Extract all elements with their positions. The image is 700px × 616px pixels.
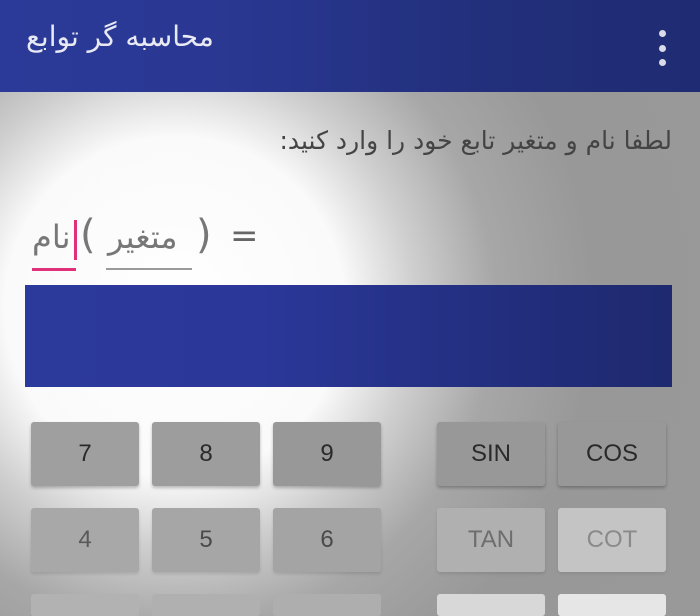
key-tan[interactable]: TAN xyxy=(437,508,545,572)
app-bar: محاسبه گر توابع xyxy=(0,0,700,92)
key-cot[interactable]: COT xyxy=(558,508,666,572)
close-paren: ) xyxy=(196,212,212,258)
function-name-input[interactable]: نام xyxy=(30,212,77,272)
name-field-underline xyxy=(32,268,76,271)
key-row3-1[interactable] xyxy=(31,594,139,616)
key-row3-3[interactable] xyxy=(273,594,381,616)
function-variable-input[interactable]: متغیر xyxy=(106,212,192,272)
result-display xyxy=(25,285,672,387)
text-cursor xyxy=(74,220,77,260)
key-sin[interactable]: SIN xyxy=(437,422,545,486)
variable-field-underline xyxy=(106,268,192,270)
open-paren: ( xyxy=(80,212,96,258)
equals-sign: = xyxy=(230,216,259,256)
app-title: محاسبه گر توابع xyxy=(26,20,214,53)
key-7[interactable]: 7 xyxy=(31,422,139,486)
key-4[interactable]: 4 xyxy=(31,508,139,572)
key-5[interactable]: 5 xyxy=(152,508,260,572)
key-6[interactable]: 6 xyxy=(273,508,381,572)
key-cos[interactable]: COS xyxy=(558,422,666,486)
key-8[interactable]: 8 xyxy=(152,422,260,486)
function-name-value: نام xyxy=(32,218,71,256)
function-definition-row: نام ( متغیر ) = xyxy=(30,212,330,272)
key-row3-4[interactable] xyxy=(437,594,545,616)
function-variable-value: متغیر xyxy=(108,218,178,256)
key-row3-2[interactable] xyxy=(152,594,260,616)
overflow-menu-icon[interactable] xyxy=(650,30,674,66)
key-9[interactable]: 9 xyxy=(273,422,381,486)
instruction-text: لطفا نام و متغیر تابع خود را وارد کنید: xyxy=(279,126,672,155)
key-row3-5[interactable] xyxy=(558,594,666,616)
